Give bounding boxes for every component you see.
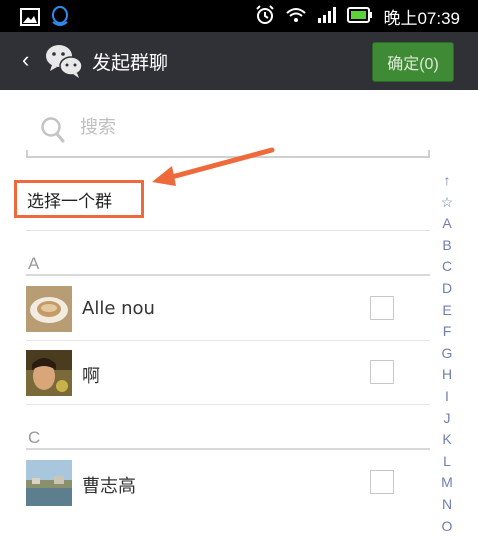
page-title: 发起群聊 [92,48,168,75]
divider [26,230,430,231]
index-star[interactable]: ☆ [441,192,454,214]
row-separator [26,404,430,405]
index-letter[interactable]: C [442,256,452,278]
index-letter[interactable]: G [442,343,453,365]
contact-name: 曹志高 [82,472,136,498]
wifi-icon [285,6,307,28]
contact-name: 啊 [82,362,100,388]
contact-name: Alle nou [82,298,155,319]
signal-icon [317,6,337,28]
arrow-annotation-icon [148,146,278,194]
qq-icon [50,6,70,32]
avatar [26,286,72,332]
confirm-button[interactable]: 确定(0) [372,42,454,82]
search-input[interactable] [78,116,382,139]
index-letter[interactable]: J [444,408,451,430]
avatar [26,460,72,506]
section-divider [26,274,430,276]
index-letter[interactable]: N [442,494,452,516]
wechat-logo-icon [44,42,84,84]
back-icon[interactable]: ‹ [22,47,29,73]
contact-checkbox[interactable] [370,470,394,494]
battery-icon [347,7,373,27]
image-icon [20,8,40,30]
index-letter[interactable]: F [443,321,452,343]
contact-row[interactable]: 啊 [26,342,430,404]
contact-row[interactable]: 曹志高 [26,452,430,514]
contact-checkbox[interactable] [370,360,394,384]
avatar [26,350,72,396]
index-top[interactable]: ↑ [444,170,451,192]
index-letter[interactable]: E [442,300,451,322]
index-letter[interactable]: M [441,472,453,494]
app-header: ‹ 发起群聊 确定(0) [0,32,478,90]
section-header-c: C [28,428,40,448]
index-letter[interactable]: L [443,451,451,473]
search-icon [40,116,66,148]
alarm-icon [255,5,275,29]
select-group-label: 选择一个群 [27,187,112,212]
index-letter[interactable]: K [442,429,451,451]
index-letter[interactable]: A [442,213,451,235]
contact-checkbox[interactable] [370,296,394,320]
index-letter[interactable]: H [442,364,452,386]
contact-row[interactable]: Alle nou [26,278,430,340]
section-divider [26,448,430,450]
row-separator [26,340,430,341]
index-letter[interactable]: O [442,516,453,537]
index-letter[interactable]: I [445,386,449,408]
section-header-a: A [28,254,39,274]
clock: 晚上07:39 [383,4,460,29]
select-group-item[interactable]: 选择一个群 [14,180,144,218]
index-letter[interactable]: D [442,278,452,300]
status-bar: 晚上07:39 [0,0,478,32]
alphabet-index[interactable]: ↑ ☆ A B C D E F G H I J K L M N O [436,170,458,537]
index-letter[interactable]: B [442,235,451,257]
